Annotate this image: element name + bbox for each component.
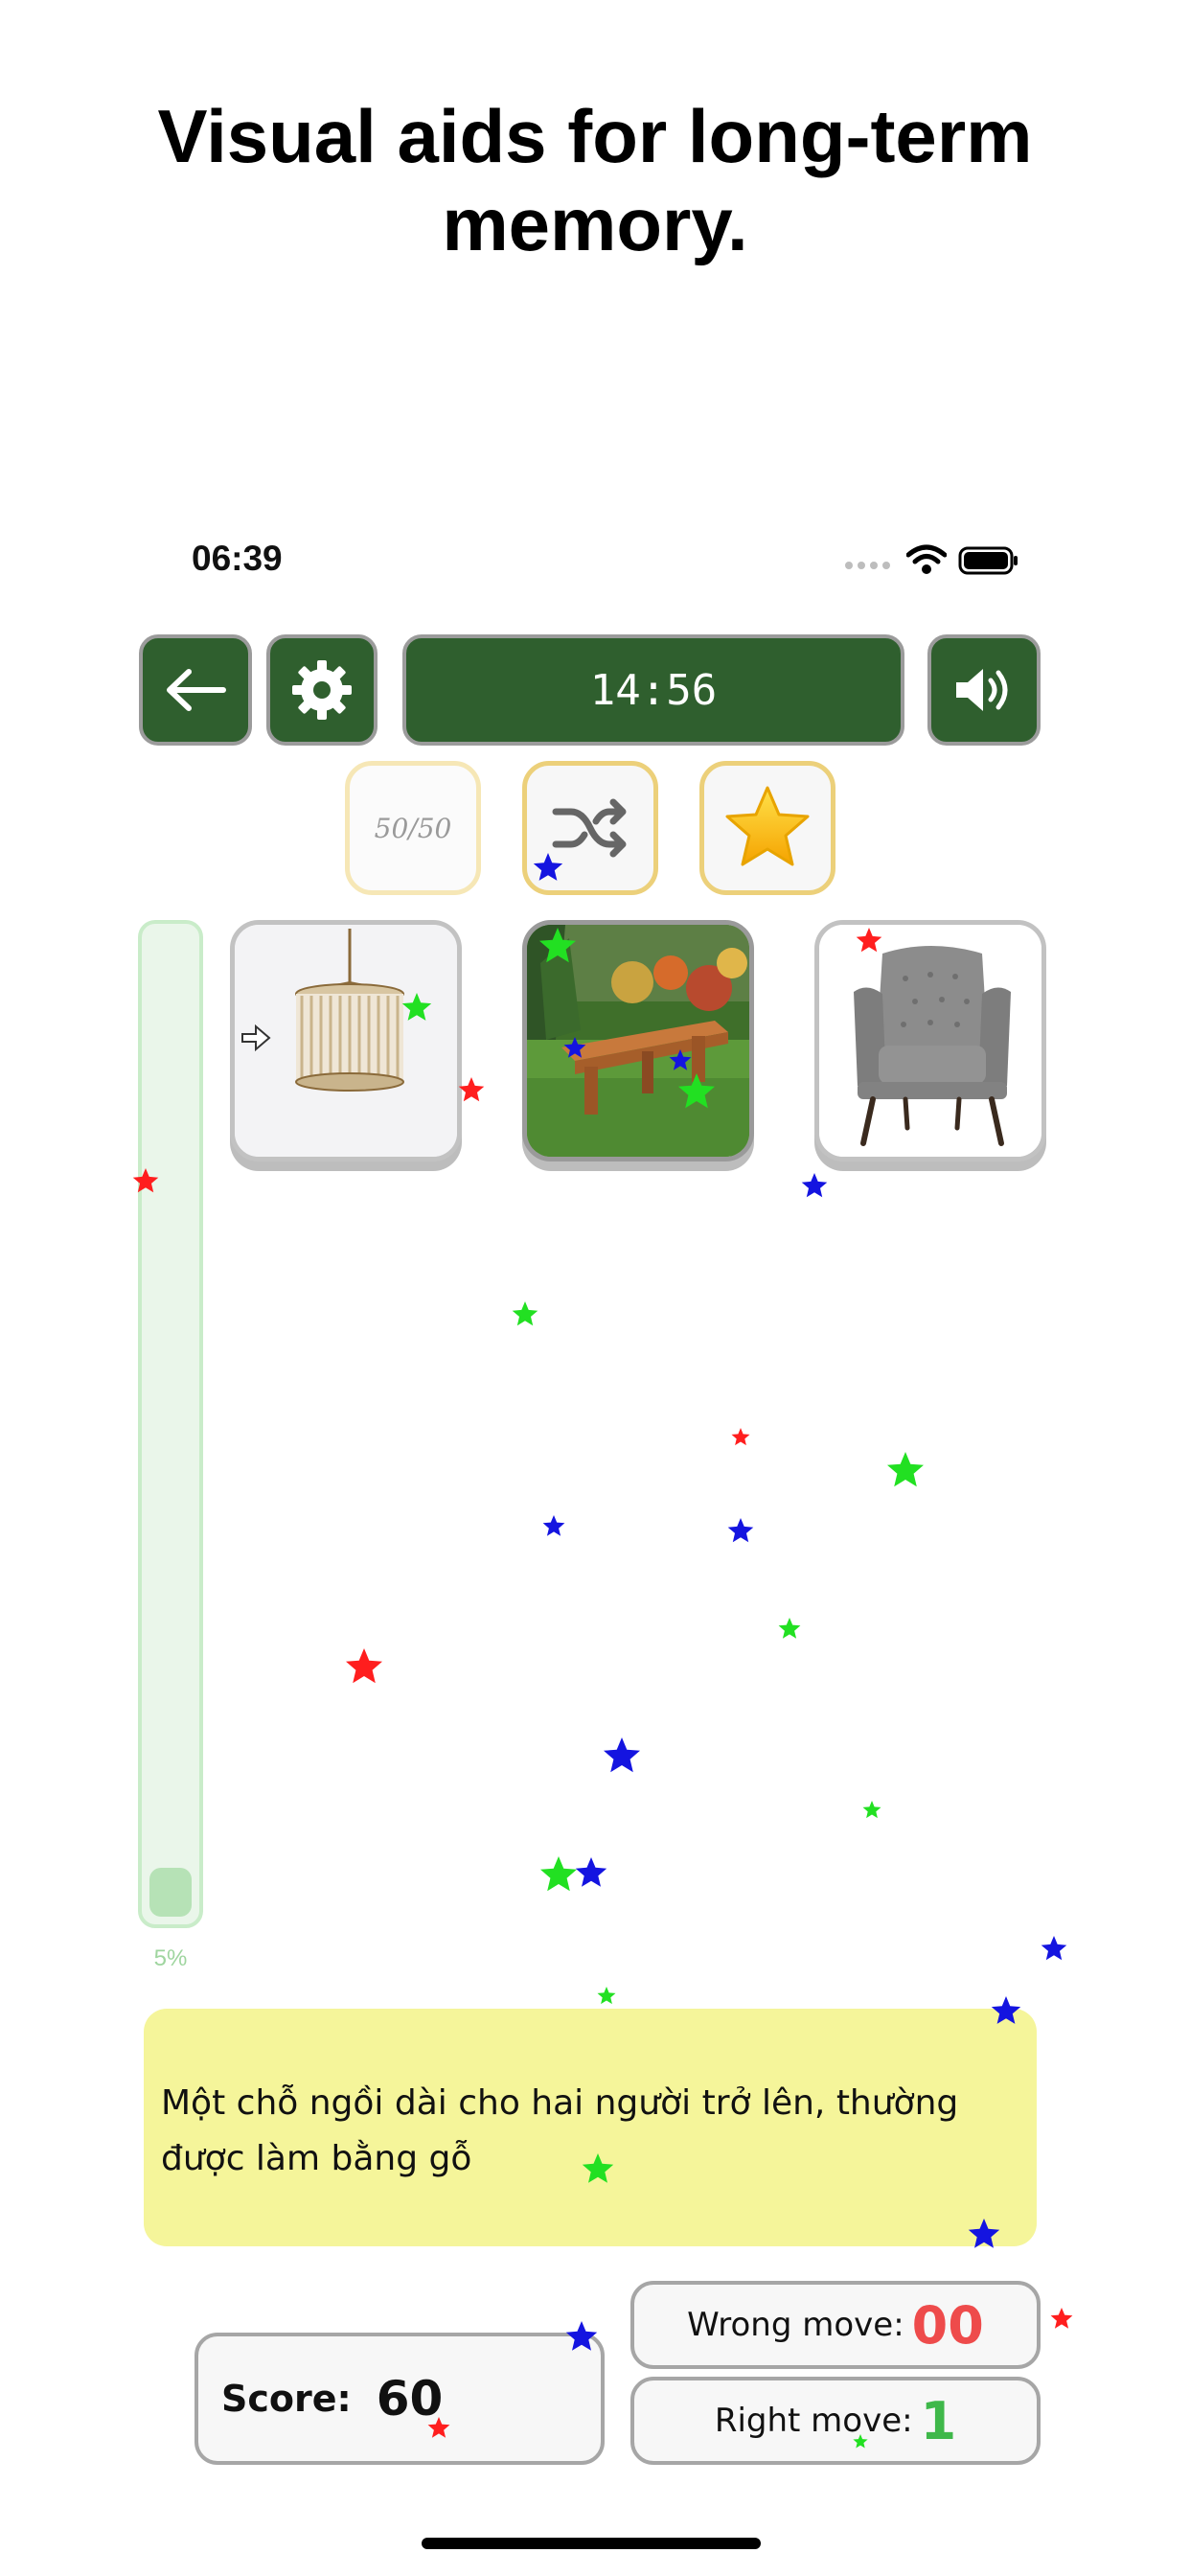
clue-line-1: Một chỗ ngồi dài cho hai người trở lên, … (161, 2083, 959, 2123)
progress-bar (138, 920, 203, 1928)
card-armchair[interactable] (814, 920, 1046, 1162)
score-value: 60 (376, 2371, 444, 2426)
home-indicator[interactable] (422, 2538, 761, 2549)
right-move-value: 1 (920, 2390, 957, 2451)
status-icons (845, 542, 1027, 581)
confetti-star (862, 1801, 881, 1819)
confetti-star (1050, 2308, 1073, 2329)
clue-line-2: được làm bằng gỗ (161, 2139, 472, 2178)
confetti-star (597, 1987, 616, 2005)
right-move-label: Right move: (714, 2402, 913, 2440)
settings-button[interactable] (266, 634, 378, 746)
confetti-star (512, 1301, 538, 1326)
fifty-fifty-button[interactable]: 50/50 (345, 761, 481, 895)
wrong-move-panel: Wrong move: 00 (630, 2281, 1041, 2369)
armchair-image (819, 925, 1041, 1157)
progress-fill (149, 1868, 192, 1917)
score-label: Score: (221, 2378, 352, 2420)
wrong-move-label: Wrong move: (687, 2306, 904, 2344)
confetti-star (458, 1077, 485, 1102)
confetti-star (731, 1428, 750, 1446)
confetti-star (542, 1515, 565, 1536)
battery-icon (958, 546, 1018, 575)
wrong-move-value: 00 (911, 2294, 984, 2356)
right-move-panel: Right move: 1 (630, 2377, 1041, 2465)
fifty-fifty-label: 50/50 (374, 812, 452, 844)
clue-box: Một chỗ ngồi dài cho hai người trở lên, … (144, 2009, 1037, 2246)
star-hint-button[interactable] (699, 761, 835, 895)
shuffle-icon (552, 798, 627, 858)
confetti-star (727, 1518, 754, 1543)
confetti-star (1041, 1936, 1067, 1961)
shuffle-button[interactable] (522, 761, 658, 895)
headline-line-1: Visual aids for long-term (157, 94, 1033, 178)
timer-display: 14:56 (402, 634, 904, 746)
confetti-star (346, 1648, 382, 1684)
status-time: 06:39 (192, 539, 283, 578)
headline-line-2: memory. (442, 182, 748, 266)
card-chandelier[interactable] (230, 920, 462, 1162)
sound-button[interactable] (927, 634, 1041, 746)
signal-icon (845, 562, 890, 569)
back-button[interactable] (139, 634, 252, 746)
gear-icon (292, 660, 352, 720)
speaker-icon (956, 669, 1008, 711)
arrow-left-icon (167, 669, 226, 711)
confetti-star (540, 1856, 577, 1892)
confetti-star (575, 1857, 607, 1887)
confetti-star (604, 1737, 640, 1773)
star-icon (725, 786, 810, 866)
confetti-star (801, 1173, 828, 1198)
chandelier-image (235, 925, 457, 1157)
score-panel: Score: 60 (195, 2333, 605, 2465)
headline: Visual aids for long-term memory. (0, 92, 1190, 268)
confetti-star (887, 1452, 924, 1487)
progress-label: 5% (153, 1945, 188, 1971)
timer-text: 14:56 (589, 665, 718, 715)
card-bench[interactable] (522, 920, 754, 1162)
wifi-icon (906, 544, 947, 574)
bench-image (527, 925, 749, 1157)
confetti-star (778, 1618, 801, 1639)
